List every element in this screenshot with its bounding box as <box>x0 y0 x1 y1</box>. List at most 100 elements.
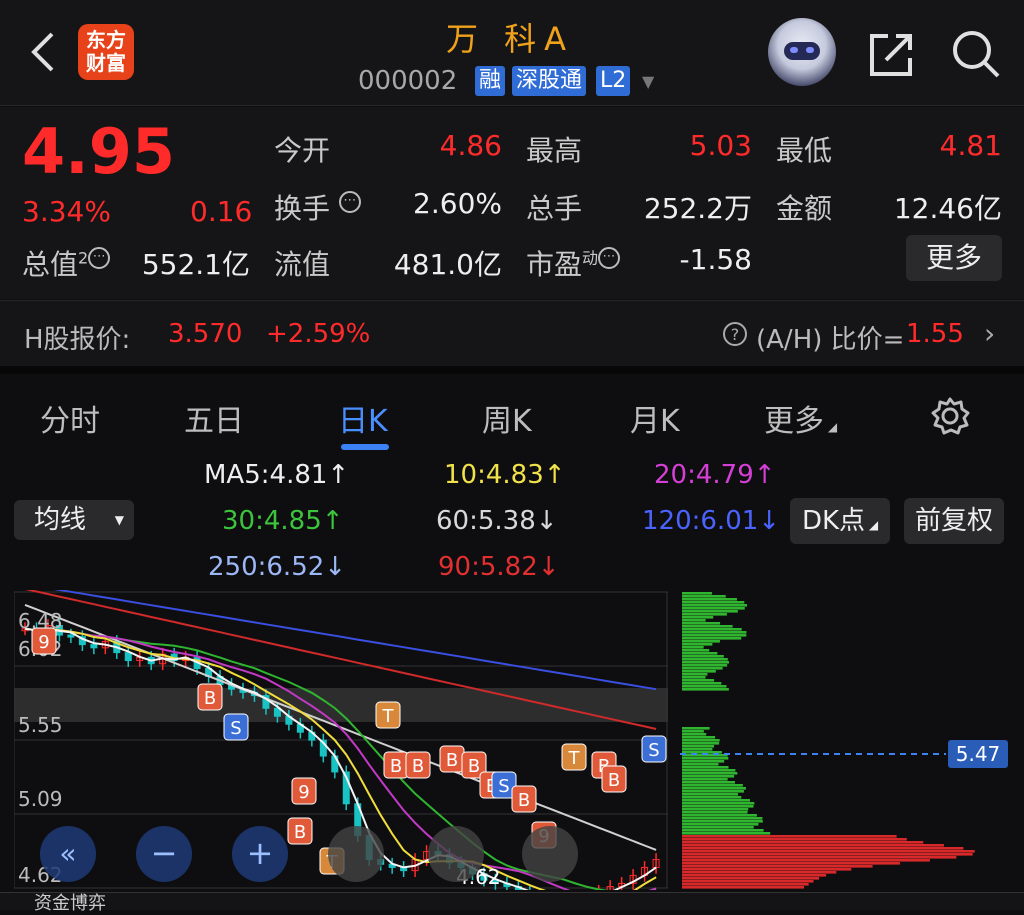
profile-bar <box>682 727 710 730</box>
svg-text:«: « <box>59 837 76 870</box>
profile-bar <box>682 883 809 886</box>
profile-bar <box>682 619 706 622</box>
signal-badge-label: B <box>390 756 402 777</box>
profile-bar <box>682 667 723 670</box>
info-icon: ⋯ <box>88 247 111 269</box>
info-icon: ⋯ <box>338 191 361 213</box>
profile-bar <box>682 745 715 748</box>
profile-bar <box>682 610 738 613</box>
profile-bar <box>682 769 736 772</box>
profile-bar <box>682 679 715 682</box>
y-tick: 5.55 <box>18 713 63 737</box>
tab-weekly-k[interactable]: 周K <box>482 396 532 440</box>
profile-bar <box>682 811 748 814</box>
profile-bar <box>682 760 725 763</box>
tab-more[interactable]: 更多 ◢ <box>764 396 837 440</box>
profile-bar <box>682 814 757 817</box>
profile-bar <box>682 775 735 778</box>
signal-badge-label: 9 <box>38 632 49 653</box>
h-share-row[interactable]: H股报价: 3.570 +2.59% ? (A/H) 比价= 1.55 › <box>0 300 1024 366</box>
svg-text:?: ? <box>731 325 740 344</box>
shenzhen-connect-tag: 深股通 <box>512 66 587 96</box>
profile-bar <box>682 862 900 865</box>
ma5-label: MA5:4.81↑ <box>204 460 350 490</box>
top-nav-bar: 东方 财富 万 科A 000002 融 深股通 L2 ▼ <box>0 0 1024 106</box>
open-value: 4.86 <box>439 129 502 162</box>
dk-point-button[interactable]: DK点 ◢ <box>790 498 890 544</box>
market-cap-value: 552.1亿 <box>141 248 250 281</box>
dropdown-caret-icon[interactable]: ▼ <box>642 72 654 91</box>
change-percent: 3.34% <box>22 195 111 228</box>
ah-ratio-value: 1.55 <box>906 319 964 349</box>
profile-bar <box>682 685 727 688</box>
profile-bar <box>682 670 716 673</box>
profile-bar <box>682 829 764 832</box>
signal-badge-label: B <box>294 822 306 843</box>
signal-badge-label: B <box>608 770 620 791</box>
adjust-price-button[interactable]: 前复权 <box>904 498 1004 544</box>
help-icon[interactable]: ? <box>722 321 748 351</box>
assistant-avatar[interactable] <box>768 18 836 86</box>
stock-code: 000002 <box>358 66 458 96</box>
profile-bar <box>682 739 720 742</box>
back-arrow-icon[interactable] <box>28 30 64 74</box>
profile-bar <box>682 787 746 790</box>
profile-bar <box>682 871 837 874</box>
profile-bar <box>682 595 726 598</box>
signal-badge-label: B <box>518 790 530 811</box>
kline-chart[interactable]: 6.48 6.02 5.55 5.09 4.62 4.62 BSBTBBBBBS… <box>14 590 668 890</box>
signal-badge-label: S <box>230 718 241 739</box>
period-tabs: 分时 五日 日K 周K 月K 更多 ◢ <box>0 366 1024 452</box>
share-icon[interactable] <box>868 30 916 82</box>
profile-bar <box>682 688 729 691</box>
profile-bar <box>682 736 716 739</box>
profile-bar <box>682 886 805 889</box>
h-share-label: H股报价: <box>24 325 131 355</box>
profile-bar <box>682 826 754 829</box>
l2-tag: L2 <box>596 66 631 96</box>
scroll-left-button <box>328 826 384 882</box>
search-icon[interactable] <box>950 28 1002 84</box>
profile-bar <box>682 868 852 871</box>
profile-bar <box>682 766 729 769</box>
profile-bar <box>682 778 728 781</box>
profile-bar <box>682 784 743 787</box>
profile-bar <box>682 742 720 745</box>
profile-bar <box>682 796 742 799</box>
profile-bar <box>682 673 708 676</box>
ma90-label: 90:5.82↓ <box>438 552 560 582</box>
profile-bar <box>682 643 713 646</box>
profile-bar <box>682 772 738 775</box>
tab-five-day[interactable]: 五日 <box>184 396 244 440</box>
ma20-label: 20:4.79↑ <box>654 460 776 490</box>
settings-gear-icon[interactable] <box>930 396 970 440</box>
tab-daily-k[interactable]: 日K <box>338 396 388 440</box>
pe-value: -1.58 <box>679 243 752 276</box>
svg-text:−: − <box>151 834 178 872</box>
amount-label: 金额 <box>776 192 833 225</box>
profile-bar <box>682 661 729 664</box>
profile-bar <box>682 598 737 601</box>
profile-bar <box>682 652 718 655</box>
more-button[interactable]: 更多 <box>906 235 1002 281</box>
tab-monthly-k[interactable]: 月K <box>630 396 680 440</box>
y-tick: 5.09 <box>18 787 63 811</box>
active-tab-indicator <box>341 444 389 450</box>
volume-label: 总手 <box>526 192 583 225</box>
float-cap-label: 流值 <box>274 248 331 281</box>
low-value: 4.81 <box>939 129 1002 162</box>
profile-bar <box>682 877 820 880</box>
tab-intraday[interactable]: 分时 <box>40 396 100 440</box>
scroll-right-button <box>428 826 484 882</box>
capital-game-bar: 资金博弈 <box>0 892 1024 914</box>
profile-bar <box>682 637 742 640</box>
profile-bar <box>682 628 742 631</box>
ma-type-select[interactable]: 均线 ▼ <box>14 500 134 540</box>
quote-panel: 4.95 3.34% 0.16 总值2 ⋯ 552.1亿 今开 4.86 换手 ⋯… <box>0 107 1024 299</box>
profile-bar <box>682 874 827 877</box>
profile-bar <box>682 634 747 637</box>
high-label: 最高 <box>526 134 583 167</box>
h-share-price: 3.570 <box>168 319 243 349</box>
low-label: 最低 <box>776 134 833 167</box>
open-label: 今开 <box>274 134 331 167</box>
